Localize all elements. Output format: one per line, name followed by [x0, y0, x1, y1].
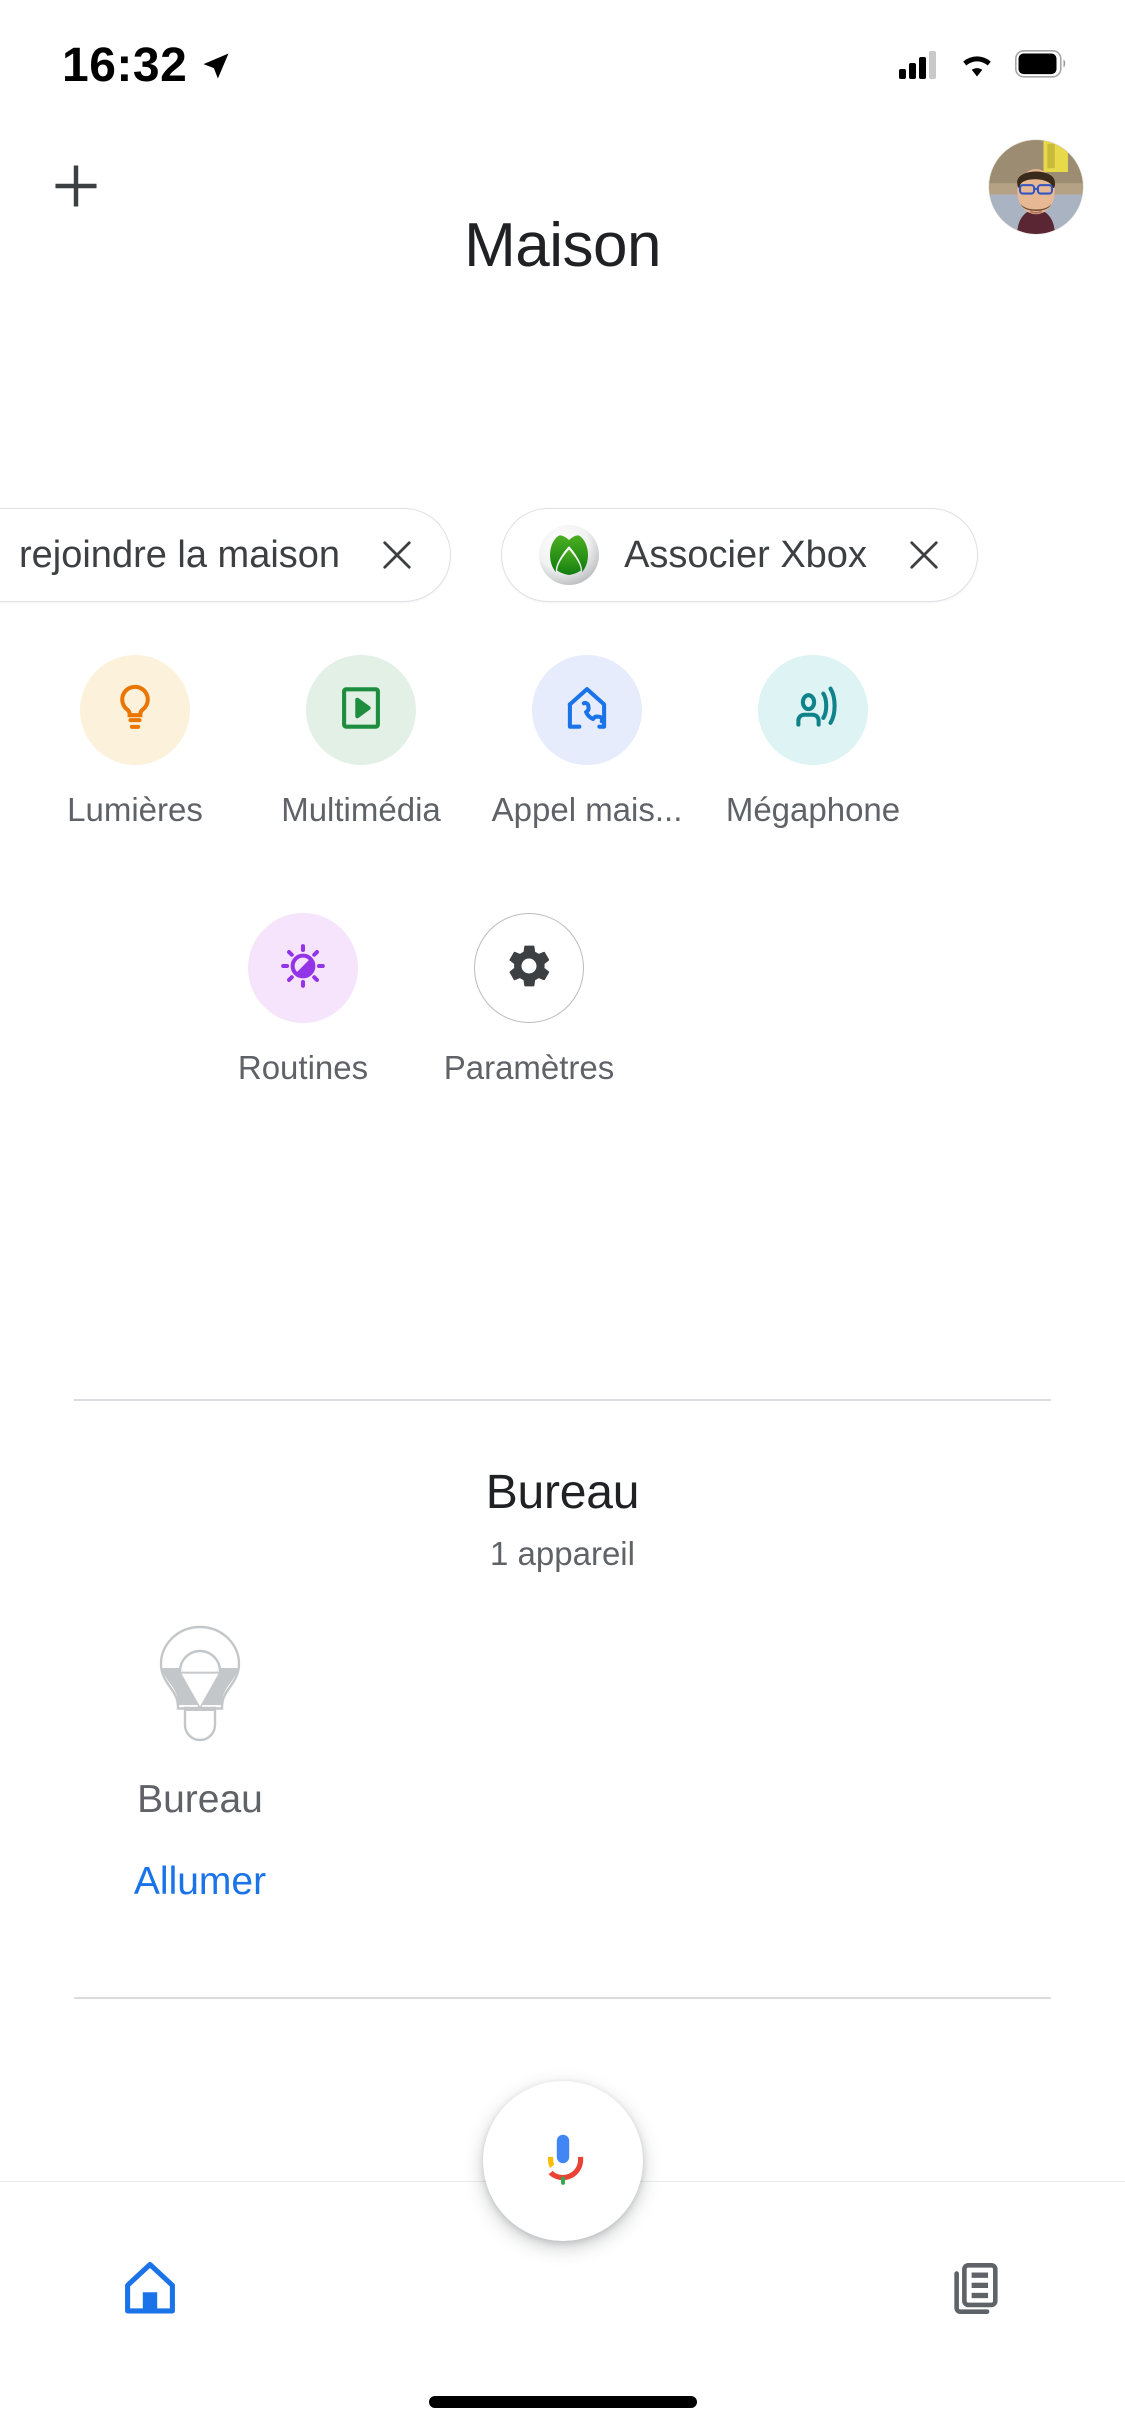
- quick-action-appel-maison-circle: [532, 655, 642, 765]
- device-name: Bureau: [137, 1778, 263, 1821]
- home-icon: [118, 2256, 182, 2325]
- suggestion-chip-row: rejoindre la maison Associer Xbox: [0, 508, 1125, 602]
- section-divider-bottom: [74, 1997, 1051, 1999]
- gear-icon: [504, 941, 554, 996]
- nav-item-home[interactable]: [95, 2250, 205, 2330]
- battery-full-icon: [1015, 49, 1067, 83]
- home-call-icon: [560, 681, 614, 740]
- quick-action-megaphone-circle: [758, 655, 868, 765]
- cellular-signal-icon: [899, 49, 939, 84]
- quick-actions-row-1: Lumières Multimédia Appel mais... Mégaph…: [0, 655, 1125, 829]
- device-tile[interactable]: Bureau Allumer: [97, 1620, 303, 1904]
- quick-action-routines[interactable]: Routines: [190, 913, 416, 1087]
- quick-action-lumieres-circle: [80, 655, 190, 765]
- xbox-logo-icon: [538, 524, 600, 586]
- quick-action-routines-circle: [248, 913, 358, 1023]
- routines-sun-icon: [276, 939, 330, 998]
- quick-action-lumieres[interactable]: Lumières: [22, 655, 248, 829]
- media-play-icon: [335, 682, 387, 739]
- google-assistant-mic-icon: [532, 2128, 594, 2195]
- page-title: Maison: [464, 211, 661, 280]
- chip-link-xbox[interactable]: Associer Xbox: [501, 508, 978, 602]
- quick-actions-row-2: Routines Paramètres: [0, 913, 1125, 1087]
- quick-action-lumieres-label: Lumières: [67, 791, 203, 828]
- light-bulb-off-icon: [135, 1620, 265, 1756]
- quick-action-parametres-circle: [474, 913, 584, 1023]
- status-bar-left: 16:32: [62, 42, 231, 90]
- quick-action-routines-label: Routines: [237, 1049, 369, 1086]
- quick-action-parametres[interactable]: Paramètres: [416, 913, 642, 1087]
- quick-action-parametres-label: Paramètres: [443, 1049, 615, 1086]
- quick-action-appel-maison-label: Appel mais...: [491, 791, 683, 828]
- room-device-count: 1 appareil: [490, 1535, 635, 1572]
- quick-action-appel-maison[interactable]: Appel mais...: [474, 655, 700, 829]
- close-icon[interactable]: [903, 534, 945, 576]
- chip-join-home-label: rejoindre la maison: [19, 533, 341, 576]
- wifi-icon: [957, 49, 997, 84]
- quick-action-megaphone[interactable]: Mégaphone: [700, 655, 926, 829]
- close-icon[interactable]: [376, 534, 418, 576]
- quick-actions: Lumières Multimédia Appel mais... Mégaph…: [0, 655, 1125, 1087]
- app-screen: 16:32 Maison rejoindre la maison Associe…: [0, 0, 1125, 2436]
- room-title: Bureau: [485, 1466, 640, 1519]
- quick-action-multimedia-circle: [306, 655, 416, 765]
- broadcast-icon: [786, 681, 840, 740]
- quick-action-megaphone-label: Mégaphone: [725, 791, 901, 828]
- chip-link-xbox-label: Associer Xbox: [624, 533, 867, 576]
- quick-action-multimedia[interactable]: Multimédia: [248, 655, 474, 829]
- status-bar: 16:32: [0, 0, 1125, 132]
- quick-action-multimedia-label: Multimédia: [281, 791, 441, 828]
- assistant-button[interactable]: [482, 2081, 643, 2241]
- nav-item-feed[interactable]: [920, 2250, 1030, 2330]
- device-action-link[interactable]: Allumer: [134, 1860, 266, 1904]
- home-indicator: [428, 2396, 697, 2408]
- status-bar-clock: 16:32: [62, 39, 188, 92]
- chip-join-home[interactable]: rejoindre la maison: [0, 508, 452, 602]
- lightbulb-icon: [108, 681, 162, 740]
- location-arrow-icon: [201, 51, 231, 81]
- status-bar-right: [899, 49, 1067, 84]
- feed-icon: [946, 2259, 1004, 2322]
- plus-icon: [48, 158, 104, 214]
- section-divider-top: [74, 1399, 1051, 1401]
